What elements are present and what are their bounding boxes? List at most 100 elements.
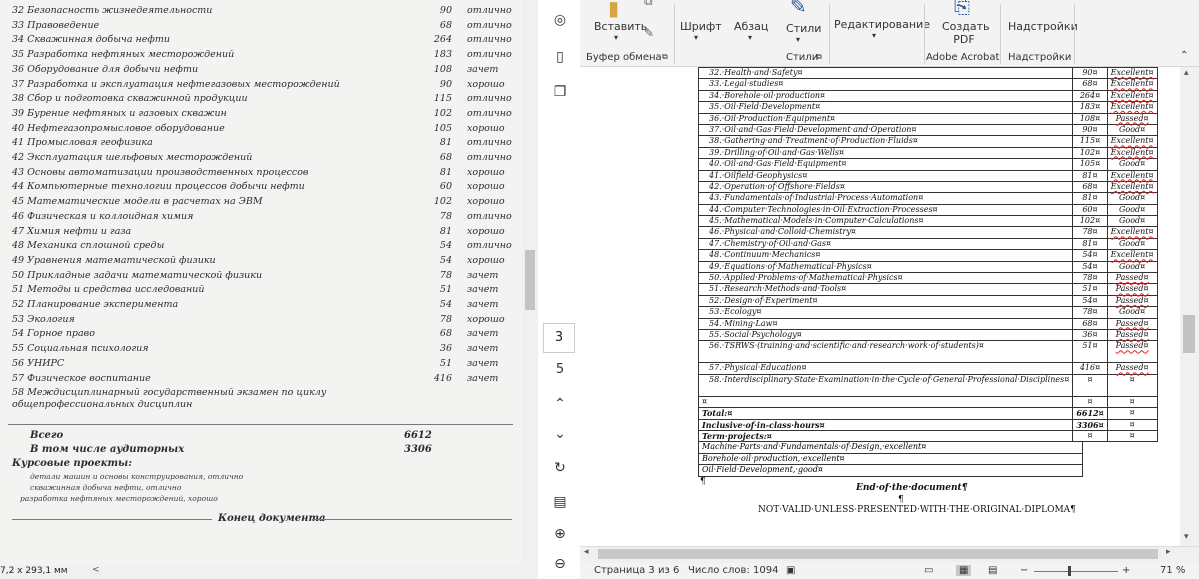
grade-cell[interactable]: Excellent¤ <box>1106 146 1158 160</box>
grade-cell[interactable]: ¤ <box>1106 373 1158 397</box>
subject-cell[interactable]: 40.·Oil·and·Gas·Field·Equipment¤ <box>697 158 1074 171</box>
hours-cell[interactable]: 68¤ <box>1072 317 1108 331</box>
editing-group[interactable]: Редактирование ▾ <box>832 0 930 66</box>
hours-cell[interactable]: 108¤ <box>1072 112 1108 125</box>
page-indicator[interactable]: Страница 3 из 6 <box>594 565 679 576</box>
total-value[interactable]: 6612¤ <box>1072 407 1108 420</box>
subject-cell[interactable]: 44.·Computer·Technologies·in·Oil·Extract… <box>697 203 1074 217</box>
scroll-left-icon[interactable]: ◂ <box>584 547 589 557</box>
grade-cell[interactable]: Passed¤ <box>1106 294 1158 308</box>
font-dropdown-icon[interactable]: ▾ <box>694 33 698 42</box>
zoom-slider-handle[interactable] <box>1068 566 1071 576</box>
blank-cell[interactable]: ¤ <box>1106 407 1158 420</box>
grade-cell[interactable]: Excellent¤ <box>1106 67 1158 80</box>
document-icon[interactable]: ▤ <box>548 490 572 514</box>
rotate-icon[interactable]: ↻ <box>548 456 572 480</box>
grade-cell[interactable]: Excellent¤ <box>1106 226 1158 239</box>
subject-cell[interactable]: 55.·Social·Psychology¤ <box>697 328 1074 342</box>
subject-cell[interactable]: 48.·Continuum·Mechanics¤ <box>697 249 1074 262</box>
read-mode-icon[interactable]: ▭ <box>924 565 933 576</box>
grade-cell[interactable]: Excellent¤ <box>1106 101 1158 114</box>
hours-cell[interactable]: 36¤ <box>1072 328 1108 342</box>
blank-cell[interactable]: ¤ <box>1072 429 1108 443</box>
blank-cell[interactable]: ¤ <box>697 395 1074 409</box>
paragraph-dropdown-icon[interactable]: ▾ <box>748 33 752 42</box>
subject-cell[interactable]: 32.·Health·and·Safety¤ <box>697 67 1074 80</box>
hours-cell[interactable]: 81¤ <box>1072 237 1108 251</box>
font-button[interactable]: Шрифт <box>680 20 722 33</box>
hours-cell[interactable]: 102¤ <box>1072 215 1108 228</box>
styles-launcher-icon[interactable]: ⧉ <box>816 52 822 62</box>
hours-cell[interactable]: 51¤ <box>1072 283 1108 296</box>
grade-cell[interactable]: Good¤ <box>1106 215 1158 228</box>
blank-cell[interactable]: ¤ <box>1106 418 1158 431</box>
hours-cell[interactable]: 264¤ <box>1072 89 1108 103</box>
grade-cell[interactable]: Excellent¤ <box>1106 78 1158 91</box>
hours-cell[interactable]: 90¤ <box>1072 123 1108 137</box>
grade-cell[interactable]: Good¤ <box>1106 306 1158 319</box>
page-down-icon[interactable]: ⌄ <box>548 422 572 446</box>
hours-cell[interactable]: 81¤ <box>1072 169 1108 182</box>
hours-cell[interactable]: 416¤ <box>1072 362 1108 375</box>
grade-cell[interactable]: Good¤ <box>1106 203 1158 217</box>
grade-cell[interactable]: Passed¤ <box>1106 272 1158 285</box>
project-line[interactable]: Machine·Parts·and·Fundamentals·of·Design… <box>698 442 1083 454</box>
paragraph-group[interactable]: Абзац ▾ <box>730 0 780 66</box>
scroll-right-icon[interactable]: ▸ <box>1166 547 1171 557</box>
subject-cell[interactable]: 42.·Operation·of·Offshore·Fields¤ <box>697 180 1074 194</box>
styles-dropdown-icon[interactable]: ▾ <box>796 35 800 44</box>
blank-cell[interactable]: ¤ <box>1072 395 1108 409</box>
blank-cell[interactable]: ¤ <box>1106 429 1158 443</box>
grade-cell[interactable]: Good¤ <box>1106 260 1158 274</box>
zoom-in-button[interactable]: + <box>1122 565 1130 576</box>
hours-cell[interactable]: ¤ <box>1072 373 1108 397</box>
grade-cell[interactable]: Excellent¤ <box>1106 249 1158 262</box>
hours-cell[interactable]: 81¤ <box>1072 192 1108 205</box>
hours-cell[interactable]: 68¤ <box>1072 78 1108 91</box>
grade-cell[interactable]: Passed¤ <box>1106 283 1158 296</box>
subject-cell[interactable]: 51.·Research·Methods·and·Tools¤ <box>697 283 1074 296</box>
grade-cell[interactable]: Passed¤ <box>1106 340 1158 364</box>
hours-cell[interactable]: 60¤ <box>1072 203 1108 217</box>
hours-cell[interactable]: 183¤ <box>1072 101 1108 114</box>
subject-cell[interactable]: 54.·Mining·Law¤ <box>697 317 1074 331</box>
paste-button[interactable]: Вставить <box>594 20 647 33</box>
hours-cell[interactable]: 78¤ <box>1072 306 1108 319</box>
grade-cell[interactable]: Excellent¤ <box>1106 135 1158 148</box>
hours-cell[interactable]: 51¤ <box>1072 340 1108 364</box>
subject-cell[interactable]: 39.·Drilling·of·Oil·and·Gas·Wells¤ <box>697 146 1074 160</box>
clipboard-launcher-icon[interactable]: ⧉ <box>662 52 668 62</box>
blank-cell[interactable]: ¤ <box>1106 395 1158 409</box>
horizontal-scrollbar-thumb[interactable] <box>598 549 1158 559</box>
search-icon[interactable]: ◎ <box>548 8 572 32</box>
total-label[interactable]: Total:¤ <box>697 407 1074 420</box>
subject-cell[interactable]: 46.·Physical·and·Colloid·Chemistry¤ <box>697 226 1074 239</box>
page-up-icon[interactable]: ⌃ <box>548 392 572 416</box>
zoom-slider[interactable] <box>1034 571 1118 572</box>
subject-cell[interactable]: 56.·TSRWS·(training·and·scientific·and·r… <box>697 340 1074 364</box>
print-layout-icon[interactable]: ▦ <box>956 565 972 576</box>
web-layout-icon[interactable]: ▤ <box>988 565 997 576</box>
addins-button[interactable]: Надстройки <box>1008 20 1078 33</box>
grade-cell[interactable]: Passed¤ <box>1106 328 1158 342</box>
subject-cell[interactable]: 41.·Oilfield·Geophysics¤ <box>697 169 1074 182</box>
subject-cell[interactable]: 58.·Interdisciplinary·State·Examination·… <box>697 373 1074 397</box>
hours-cell[interactable]: 78¤ <box>1072 272 1108 285</box>
subject-cell[interactable]: 45.·Mathematical·Models·in·Computer·Calc… <box>697 215 1074 228</box>
editing-button[interactable]: Редактирование <box>834 18 930 31</box>
grade-cell[interactable]: Excellent¤ <box>1106 180 1158 194</box>
document-page[interactable]: 32.·Health·and·Safety¤ 90¤ Excellent¤ 33.·L… <box>580 67 1180 546</box>
zoom-out-icon[interactable]: ⊖ <box>548 552 572 576</box>
grade-cell[interactable]: Passed¤ <box>1106 362 1158 375</box>
grade-cell[interactable]: Passed¤ <box>1106 317 1158 331</box>
grade-cell[interactable]: Excellent¤ <box>1106 169 1158 182</box>
scroll-up-icon[interactable]: ▴ <box>1184 68 1189 78</box>
grade-cell[interactable]: Good¤ <box>1106 158 1158 171</box>
collapse-ribbon-icon[interactable]: ⌃ <box>1180 50 1188 61</box>
hours-cell[interactable]: 54¤ <box>1072 294 1108 308</box>
copy-icon[interactable]: ⧉ <box>644 0 653 9</box>
scan-scrollbar-thumb[interactable] <box>525 250 535 310</box>
hours-cell[interactable]: 68¤ <box>1072 180 1108 194</box>
subject-cell[interactable]: 53.·Ecology¤ <box>697 306 1074 319</box>
pages-icon[interactable]: ❐ <box>548 80 572 104</box>
